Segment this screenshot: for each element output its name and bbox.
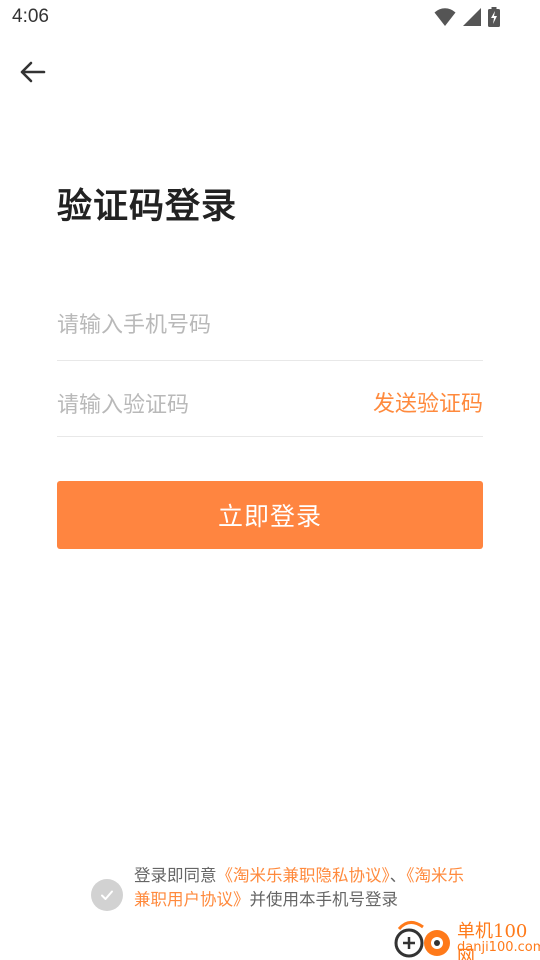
wifi-icon: [434, 8, 456, 26]
agreement-separator: 、: [389, 866, 407, 885]
danji-logo-icon: [394, 921, 450, 958]
status-time: 4:06: [12, 6, 49, 27]
send-code-button[interactable]: 发送验证码: [373, 386, 483, 418]
status-bar: 4:06: [0, 0, 540, 36]
agreement-prefix: 登录即同意: [134, 866, 217, 885]
phone-input[interactable]: [57, 290, 337, 360]
status-icons: [434, 7, 500, 27]
login-button[interactable]: 立即登录: [57, 481, 483, 549]
arrow-left-icon: [20, 61, 46, 83]
verification-code-input[interactable]: [57, 374, 337, 436]
code-field-row: 发送验证码: [57, 374, 483, 437]
agreement-text: 登录即同意《淘米乐兼职隐私协议》、《淘米乐兼职用户协议》并使用本手机号登录: [134, 864, 469, 912]
watermark: 单机100网 danji100.com: [393, 915, 540, 960]
watermark-subtitle: danji100.com: [457, 940, 540, 955]
back-button[interactable]: [16, 56, 48, 88]
check-icon: [101, 890, 113, 900]
battery-charging-icon: [488, 7, 500, 27]
privacy-policy-link[interactable]: 《淘米乐兼职隐私协议》: [217, 866, 390, 885]
agreement-checkbox[interactable]: [91, 879, 123, 911]
cell-signal-icon: [463, 8, 481, 26]
phone-field-row: [57, 290, 483, 361]
agreement-suffix: 并使用本手机号登录: [249, 890, 399, 909]
page-title: 验证码登录: [57, 187, 238, 227]
